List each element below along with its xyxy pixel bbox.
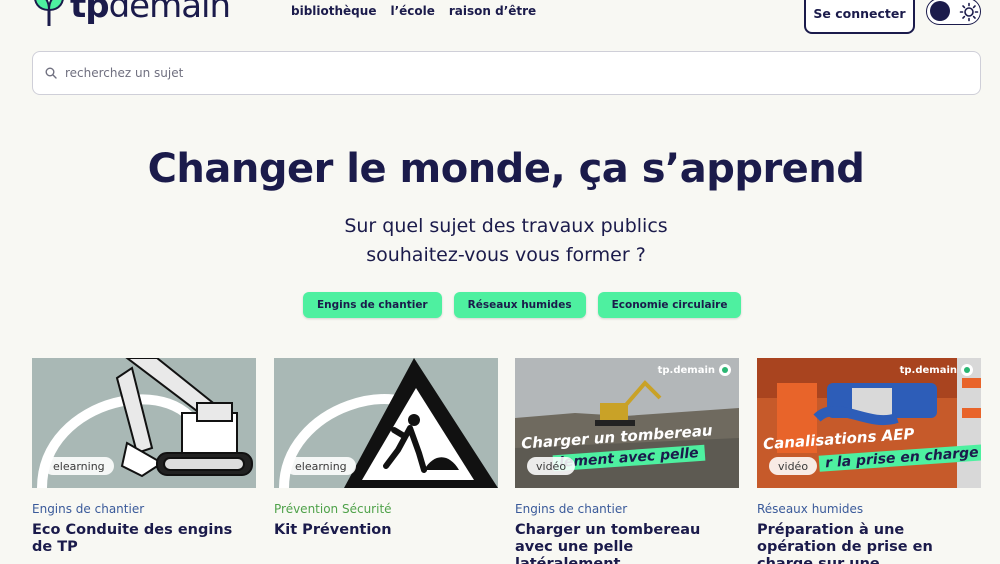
card-thumbnail: tp.demain Canalisations AEP r la prise e… [757,358,981,488]
chip-economie-circulaire[interactable]: Economie circulaire [597,292,742,318]
card-category: Engins de chantier [32,502,145,516]
chip-engins-de-chantier[interactable]: Engins de chantier [303,292,442,318]
search-input[interactable] [65,66,965,80]
watermark-text: tp.demain [899,364,957,376]
sun-icon [959,2,979,22]
hero-title: Changer le monde, ça s’apprend [147,146,865,192]
sprout-icon [34,0,64,26]
chip-reseaux-humides[interactable]: Réseaux humides [453,292,586,318]
search-bar[interactable] [32,51,981,95]
logo-tp: tp [70,0,110,26]
card-category: Réseaux humides [757,502,864,516]
card-title: Kit Prévention [274,522,392,538]
theme-toggle[interactable] [926,0,981,25]
login-button[interactable]: Se connecter [804,0,915,34]
card-category: Prévention Sécurité [274,502,392,516]
hero-subtitle-line1: Sur quel sujet des travaux publics [344,215,668,237]
logo[interactable]: tpdemain [32,0,231,26]
nav-raison-detre[interactable]: raison d’être [449,4,536,18]
format-badge: elearning [286,457,356,475]
card-thumbnail: tp.demain Charger un tombereau lement av… [515,358,739,488]
location-pin-icon [719,364,731,376]
logo-demain: demain [108,0,231,26]
card-thumbnail: elearning [32,358,256,488]
course-card[interactable]: elearning Engins de chantier Eco Conduit… [32,358,256,556]
hero-subtitle: Sur quel sujet des travaux publics souha… [0,212,1000,270]
topic-chips: Engins de chantier Réseaux humides Econo… [303,292,742,318]
format-badge: elearning [44,457,114,475]
main-nav: bibliothèque l’école raison d’être [291,4,536,18]
format-badge: vidéo [527,457,576,475]
hero-subtitle-line2: souhaitez-vous vous former ? [366,244,646,266]
nav-bibliotheque[interactable]: bibliothèque [291,4,376,18]
location-pin-icon [961,364,973,376]
logo-text: tpdemain [70,0,231,26]
search-icon [45,67,57,79]
toggle-knob [930,1,950,21]
site-header: tpdemain bibliothèque l’école raison d’ê… [0,0,1000,40]
format-badge: vidéo [769,457,818,475]
nav-ecole[interactable]: l’école [390,4,434,18]
course-card[interactable]: tp.demain Charger un tombereau lement av… [515,358,739,564]
watermark: tp.demain [658,364,731,376]
card-title: Eco Conduite des engins de TP [32,522,233,555]
card-category: Engins de chantier [515,502,628,516]
watermark-text: tp.demain [657,364,715,376]
course-card[interactable]: elearning Prévention Sécurité Kit Préven… [274,358,498,539]
card-title: Préparation à une opération de prise en … [757,522,933,564]
course-card[interactable]: tp.demain Canalisations AEP r la prise e… [757,358,981,564]
card-title: Charger un tombereau avec une pelle laté… [515,522,701,564]
watermark: tp.demain [900,364,973,376]
card-thumbnail: elearning [274,358,498,488]
